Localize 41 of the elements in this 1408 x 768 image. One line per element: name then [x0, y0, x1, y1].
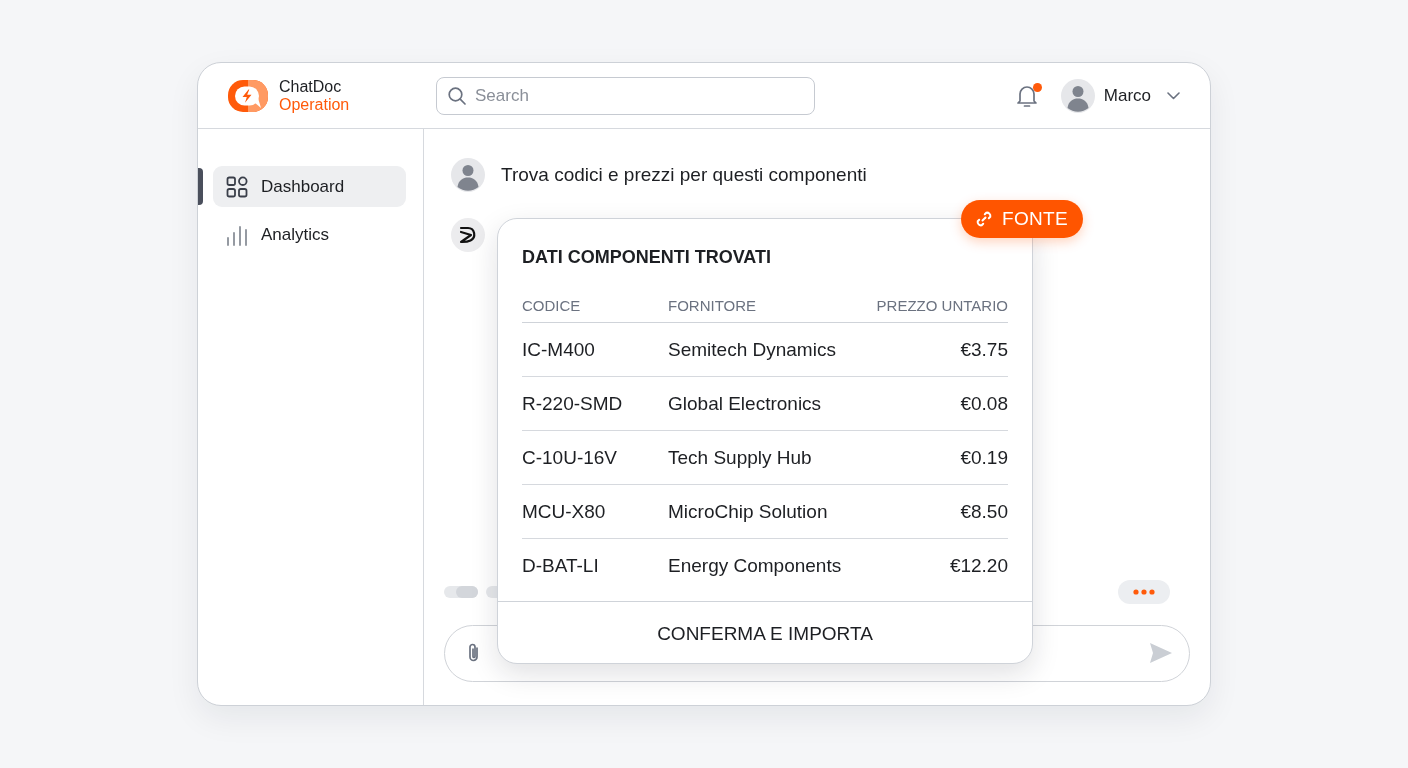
brand-name: ChatDoc	[279, 77, 343, 96]
selection-indicator	[198, 168, 203, 205]
table-cell: C-10U-16V	[522, 431, 668, 485]
table-cell: €8.50	[876, 485, 1008, 539]
user-menu-button[interactable]: Marco	[1060, 78, 1180, 113]
brand-product: Operation	[279, 95, 350, 114]
table-cell: €0.19	[876, 431, 1008, 485]
search-icon	[448, 86, 466, 105]
dots-icon	[1133, 589, 1155, 595]
table-cell: Tech Supply Hub	[668, 431, 877, 485]
table-cell-text: €12.20	[948, 554, 1008, 578]
send-icon	[1149, 642, 1173, 664]
column-header: CODICE	[522, 288, 668, 323]
chat-bubble-logo-icon	[228, 79, 268, 112]
column-header: PREZZO UNTARIO	[876, 288, 1008, 323]
table-cell: R-220-SMD	[522, 377, 668, 431]
chevron-down-icon	[1167, 91, 1180, 100]
sidebar-item[interactable]: Dashboard	[213, 166, 406, 207]
sidebar-item[interactable]: Analytics	[213, 214, 406, 255]
message-text: Trova codici e prezzi per questi componenti	[501, 164, 867, 186]
grid-icon	[226, 175, 248, 198]
table-cell-text: D-BAT-LI	[522, 554, 600, 578]
confirm-import-button[interactable]: CONFERMA E IMPORTA	[498, 602, 1032, 663]
table-cell: €3.75	[876, 323, 1008, 377]
table-cell: €0.08	[876, 377, 1008, 431]
table-cell: MicroChip Solution	[668, 485, 877, 539]
column-header: FORNITORE	[668, 288, 877, 323]
table-cell: IC-M400	[522, 323, 668, 377]
link-icon	[975, 210, 993, 228]
bell-icon[interactable]	[1015, 83, 1038, 108]
avatar-icon	[451, 158, 485, 192]
bot-avatar-icon	[451, 218, 485, 252]
table-cell: MCU-X80	[522, 485, 668, 539]
avatar-icon	[1060, 78, 1095, 113]
table-cell: Semitech Dynamics	[668, 323, 877, 377]
search-field[interactable]: Search	[436, 76, 815, 115]
table-cell: Global Electronics	[668, 377, 877, 431]
table-cell-text: Energy Components	[668, 554, 843, 578]
bar-chart-icon	[226, 223, 248, 246]
more-button[interactable]	[1118, 580, 1170, 604]
card-title: DATI COMPONENTI TROVATI	[522, 246, 772, 268]
